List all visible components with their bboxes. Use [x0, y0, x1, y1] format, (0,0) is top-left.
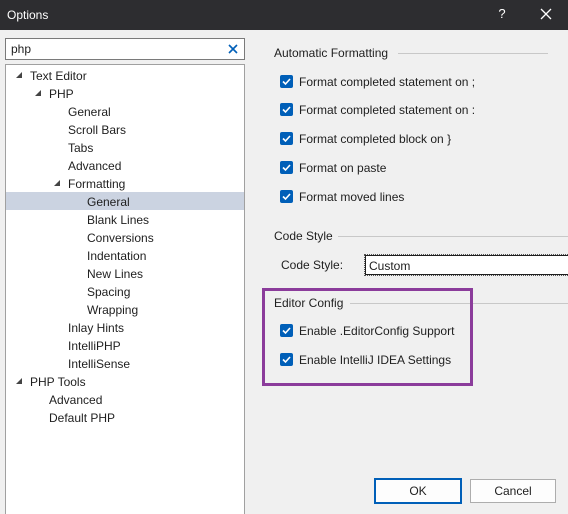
- cancel-button[interactable]: Cancel: [470, 479, 556, 503]
- expanded-arrow-icon[interactable]: [52, 178, 62, 188]
- help-button[interactable]: ?: [493, 6, 511, 21]
- tree-item-php[interactable]: PHP: [6, 84, 244, 102]
- code-style-label: Code Style:: [281, 258, 344, 272]
- code-style-dropdown[interactable]: Custom: [364, 254, 568, 276]
- tree-item-label: Wrapping: [87, 303, 139, 317]
- expanded-arrow-icon[interactable]: [14, 70, 24, 80]
- tree-item-label: IntelliPHP: [68, 339, 121, 353]
- tree-item-label: Formatting: [68, 177, 126, 191]
- search-input[interactable]: [6, 39, 216, 59]
- tree-item-conversions[interactable]: Conversions: [6, 228, 244, 246]
- checkbox-checked[interactable]: [280, 161, 293, 174]
- checkbox-label: Format completed statement on :: [299, 103, 476, 117]
- tree-item-wrapping[interactable]: Wrapping: [6, 300, 244, 318]
- tree-item-label: Default PHP: [49, 411, 116, 425]
- checkmark-icon: [282, 135, 291, 143]
- checkbox-label: Format on paste: [299, 161, 387, 175]
- checkmark-icon: [282, 193, 291, 201]
- tree-item-label: New Lines: [87, 267, 144, 281]
- tree-item-php-tools[interactable]: PHP Tools: [6, 372, 244, 390]
- tree-item-label: Tabs: [68, 141, 94, 155]
- tree-item-default-php[interactable]: Default PHP: [6, 408, 244, 426]
- window-title: Options: [7, 8, 49, 22]
- tree-item-label: PHP Tools: [30, 375, 86, 389]
- tree-item-php-general[interactable]: General: [6, 102, 244, 120]
- tree-item-label: IntelliSense: [68, 357, 131, 371]
- expanded-arrow-icon[interactable]: [33, 88, 43, 98]
- tree-item-label: Advanced: [49, 393, 103, 407]
- clear-search-icon: [228, 44, 238, 54]
- checkbox-label: Format completed block on }: [299, 132, 452, 146]
- tree-item-scroll-bars[interactable]: Scroll Bars: [6, 120, 244, 138]
- tree-item-label: Advanced: [68, 159, 122, 173]
- editor-config-highlight-box: [262, 288, 473, 386]
- tree-item-label: General: [68, 105, 111, 119]
- tree-item-label: General: [87, 195, 130, 209]
- ok-button[interactable]: OK: [374, 478, 462, 504]
- checkbox-format-block[interactable]: Format completed block on }: [280, 130, 560, 148]
- close-icon: [540, 8, 552, 20]
- group-divider: [398, 53, 548, 54]
- tree-item-tabs[interactable]: Tabs: [6, 138, 244, 156]
- checkbox-label: Format completed statement on ;: [299, 75, 476, 89]
- code-style-heading: Code Style: [274, 229, 333, 243]
- checkmark-icon: [282, 106, 291, 114]
- tree-item-label: Text Editor: [30, 69, 87, 83]
- tree-item-intelliphp[interactable]: IntelliPHP: [6, 336, 244, 354]
- checkbox-checked[interactable]: [280, 75, 293, 88]
- tree-item-label: Inlay Hints: [68, 321, 125, 335]
- checkmark-icon: [282, 78, 291, 86]
- checkmark-icon: [282, 164, 291, 172]
- tree-item-label: Blank Lines: [87, 213, 150, 227]
- tree-item-text-editor[interactable]: Text Editor: [6, 66, 244, 84]
- tree-item-formatting[interactable]: Formatting: [6, 174, 244, 192]
- tree-item-intellisense[interactable]: IntelliSense: [6, 354, 244, 372]
- clear-search-button[interactable]: [227, 43, 239, 55]
- options-tree[interactable]: Text Editor PHP General Scroll Bars Tabs…: [5, 64, 245, 514]
- close-button[interactable]: [535, 3, 557, 25]
- checkbox-format-statement-semicolon[interactable]: Format completed statement on ;: [280, 73, 560, 91]
- tree-item-label: Scroll Bars: [68, 123, 127, 137]
- tree-item-label: Indentation: [87, 249, 147, 263]
- tree-item-php-tools-advanced[interactable]: Advanced: [6, 390, 244, 408]
- checkbox-checked[interactable]: [280, 190, 293, 203]
- tree-item-label: Conversions: [87, 231, 154, 245]
- search-box[interactable]: [5, 38, 245, 60]
- tree-item-formatting-general[interactable]: General: [6, 192, 244, 210]
- tree-item-php-advanced[interactable]: Advanced: [6, 156, 244, 174]
- checkbox-checked[interactable]: [280, 103, 293, 116]
- automatic-formatting-heading: Automatic Formatting: [274, 46, 389, 60]
- group-divider: [338, 236, 568, 237]
- tree-item-label: Spacing: [87, 285, 131, 299]
- expanded-arrow-icon[interactable]: [14, 376, 24, 386]
- checkbox-format-on-paste[interactable]: Format on paste: [280, 159, 560, 177]
- checkbox-format-moved-lines[interactable]: Format moved lines: [280, 188, 560, 206]
- checkbox-checked[interactable]: [280, 132, 293, 145]
- tree-item-inlay-hints[interactable]: Inlay Hints: [6, 318, 244, 336]
- checkbox-label: Format moved lines: [299, 190, 405, 204]
- tree-item-label: PHP: [49, 87, 74, 101]
- tree-item-blank-lines[interactable]: Blank Lines: [6, 210, 244, 228]
- checkbox-format-statement-colon[interactable]: Format completed statement on :: [280, 101, 560, 119]
- code-style-value: Custom: [369, 259, 411, 273]
- tree-item-new-lines[interactable]: New Lines: [6, 264, 244, 282]
- tree-item-spacing[interactable]: Spacing: [6, 282, 244, 300]
- tree-item-indentation[interactable]: Indentation: [6, 246, 244, 264]
- title-bar: Options ?: [0, 0, 568, 30]
